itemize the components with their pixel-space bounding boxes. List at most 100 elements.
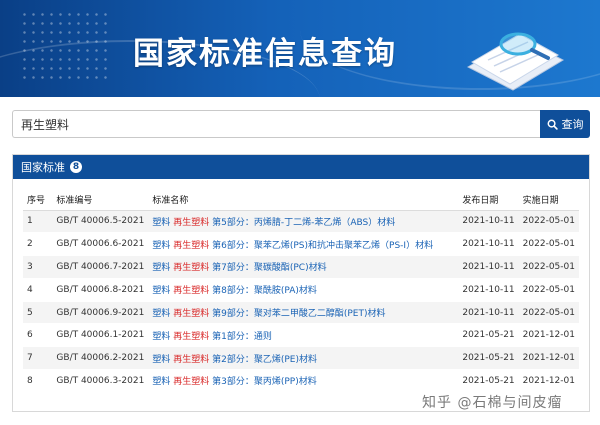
keyword-plastic: 塑料 [152,263,171,274]
keyword-recycled-plastic: 再生塑料 [173,286,210,297]
row-index: 8 [23,369,53,393]
standard-code: GB/T 40006.5-2021 [52,210,149,234]
keyword-plastic: 塑料 [152,240,171,251]
table-header-row: 序号 标准编号 标准名称 发布日期 实施日期 [23,189,579,211]
table-row[interactable]: 7 GB/T 40006.2-2021 塑料 再生塑料 第2部分：聚乙烯(PE)材料… [23,346,579,371]
part-title: 聚丙烯(PP)材料 [253,377,317,388]
standard-code: GB/T 40006.2-2021 [52,346,149,371]
keyword-plastic: 塑料 [152,377,171,388]
implement-date: 2021-12-01 [518,369,579,393]
part-number: 第1部分： [212,331,254,342]
keyword-plastic: 塑料 [152,217,171,228]
table-body: 1 GB/T 40006.5-2021 塑料 再生塑料 第5部分：丙烯腈-丁二烯-苯… [23,210,579,393]
standard-name-link[interactable]: 塑料 再生塑料 第6部分：聚苯乙烯(PS)和抗冲击聚苯乙烯（PS-I）材料 [148,232,459,257]
part-number: 第5部分： [212,217,254,228]
part-title: 丙烯腈-丁二烯-苯乙烯（ABS）材料 [253,217,396,228]
row-index: 3 [23,255,53,279]
publish-date: 2021-05-21 [458,369,519,393]
row-index: 5 [23,301,53,325]
table-row[interactable]: 2 GB/T 40006.6-2021 塑料 再生塑料 第6部分：聚苯乙烯(PS)和… [23,232,579,257]
row-index: 4 [23,278,53,302]
implement-date: 2021-12-01 [518,323,579,348]
watermark: 知乎 @石棉与间皮瘤 [422,395,563,411]
search-input[interactable] [12,110,540,138]
part-number: 第7部分： [212,263,254,274]
part-title: 聚碳酸酯(PC)材料 [253,263,327,274]
standard-name-link[interactable]: 塑料 再生塑料 第3部分：聚丙烯(PP)材料 [148,369,459,393]
standard-code: GB/T 40006.1-2021 [52,323,149,348]
publish-date: 2021-05-21 [458,323,519,348]
part-title: 聚乙烯(PE)材料 [253,354,317,365]
implement-date: 2022-05-01 [518,301,579,325]
part-title: 聚对苯二甲酸乙二醇酯(PET)材料 [253,309,386,320]
standard-code: GB/T 40006.6-2021 [52,232,149,257]
keyword-recycled-plastic: 再生塑料 [173,377,210,388]
column-header-code: 标准编号 [52,189,149,211]
standard-code: GB/T 40006.8-2021 [52,278,149,302]
results-panel: 国家标准 8 序号 标准编号 标准名称 发布日期 实施日期 1 GB/T 4000… [12,154,590,412]
standard-code: GB/T 40006.7-2021 [52,255,149,279]
standard-code: GB/T 40006.3-2021 [52,369,149,393]
column-header-implement-date: 实施日期 [518,189,579,211]
keyword-plastic: 塑料 [152,354,171,365]
banner-title: 国家标准信息查询 [133,36,397,72]
publish-date: 2021-10-11 [458,278,519,302]
keyword-recycled-plastic: 再生塑料 [173,240,210,251]
panel-title: 国家标准 [21,161,65,174]
row-index: 1 [23,210,53,234]
row-index: 2 [23,232,53,257]
keyword-recycled-plastic: 再生塑料 [173,354,210,365]
table-row[interactable]: 5 GB/T 40006.9-2021 塑料 再生塑料 第9部分：聚对苯二甲酸乙二醇… [23,301,579,325]
part-number: 第2部分： [212,354,254,365]
document-magnifier-icon [466,32,565,91]
keyword-recycled-plastic: 再生塑料 [173,263,210,274]
keyword-plastic: 塑料 [152,309,171,320]
implement-date: 2022-05-01 [518,210,579,234]
search-icon [547,119,558,130]
standard-name-link[interactable]: 塑料 再生塑料 第9部分：聚对苯二甲酸乙二醇酯(PET)材料 [148,301,459,325]
implement-date: 2022-05-01 [518,232,579,257]
part-number: 第6部分： [212,240,254,251]
search-button[interactable]: 查询 [540,110,590,138]
publish-date: 2021-10-11 [458,232,519,257]
row-index: 7 [23,346,53,371]
header-banner: 国家标准信息查询 [0,0,600,97]
standard-name-link[interactable]: 塑料 再生塑料 第1部分：通则 [148,323,459,348]
part-title: 聚酰胺(PA)材料 [253,286,317,297]
implement-date: 2021-12-01 [518,346,579,371]
part-number: 第8部分： [212,286,254,297]
keyword-recycled-plastic: 再生塑料 [173,331,210,342]
search-bar: 查询 [12,110,590,138]
keyword-recycled-plastic: 再生塑料 [173,217,210,228]
implement-date: 2022-05-01 [518,255,579,279]
search-button-label: 查询 [561,118,584,131]
publish-date: 2021-10-11 [458,210,519,234]
standard-name-link[interactable]: 塑料 再生塑料 第2部分：聚乙烯(PE)材料 [148,346,459,371]
panel-header: 国家标准 8 [13,155,589,179]
standard-name-link[interactable]: 塑料 再生塑料 第8部分：聚酰胺(PA)材料 [148,278,459,302]
standard-code: GB/T 40006.9-2021 [52,301,149,325]
standard-name-link[interactable]: 塑料 再生塑料 第7部分：聚碳酸酯(PC)材料 [148,255,459,279]
table-row[interactable]: 1 GB/T 40006.5-2021 塑料 再生塑料 第5部分：丙烯腈-丁二烯-苯… [23,210,579,234]
table-row[interactable]: 3 GB/T 40006.7-2021 塑料 再生塑料 第7部分：聚碳酸酯(PC)材… [23,255,579,279]
publish-date: 2021-05-21 [458,346,519,371]
table-row[interactable]: 8 GB/T 40006.3-2021 塑料 再生塑料 第3部分：聚丙烯(PP)材料… [23,369,579,393]
column-header-index: 序号 [23,189,53,211]
implement-date: 2022-05-01 [518,278,579,302]
part-title: 通则 [253,331,272,342]
banner-dot-pattern [20,10,110,80]
standard-name-link[interactable]: 塑料 再生塑料 第5部分：丙烯腈-丁二烯-苯乙烯（ABS）材料 [148,210,459,234]
keyword-plastic: 塑料 [152,286,171,297]
table-row[interactable]: 4 GB/T 40006.8-2021 塑料 再生塑料 第8部分：聚酰胺(PA)材料… [23,278,579,302]
result-count-badge: 8 [70,161,82,173]
part-number: 第9部分： [212,309,254,320]
publish-date: 2021-10-11 [458,255,519,279]
keyword-recycled-plastic: 再生塑料 [173,309,210,320]
column-header-name: 标准名称 [148,189,459,211]
table-row[interactable]: 6 GB/T 40006.1-2021 塑料 再生塑料 第1部分：通则 2021-05… [23,323,579,348]
column-header-publish-date: 发布日期 [458,189,519,211]
part-title: 聚苯乙烯(PS)和抗冲击聚苯乙烯（PS-I）材料 [253,240,434,251]
publish-date: 2021-10-11 [458,301,519,325]
results-table: 序号 标准编号 标准名称 发布日期 实施日期 1 GB/T 40006.5-202… [23,189,579,393]
part-number: 第3部分： [212,377,254,388]
